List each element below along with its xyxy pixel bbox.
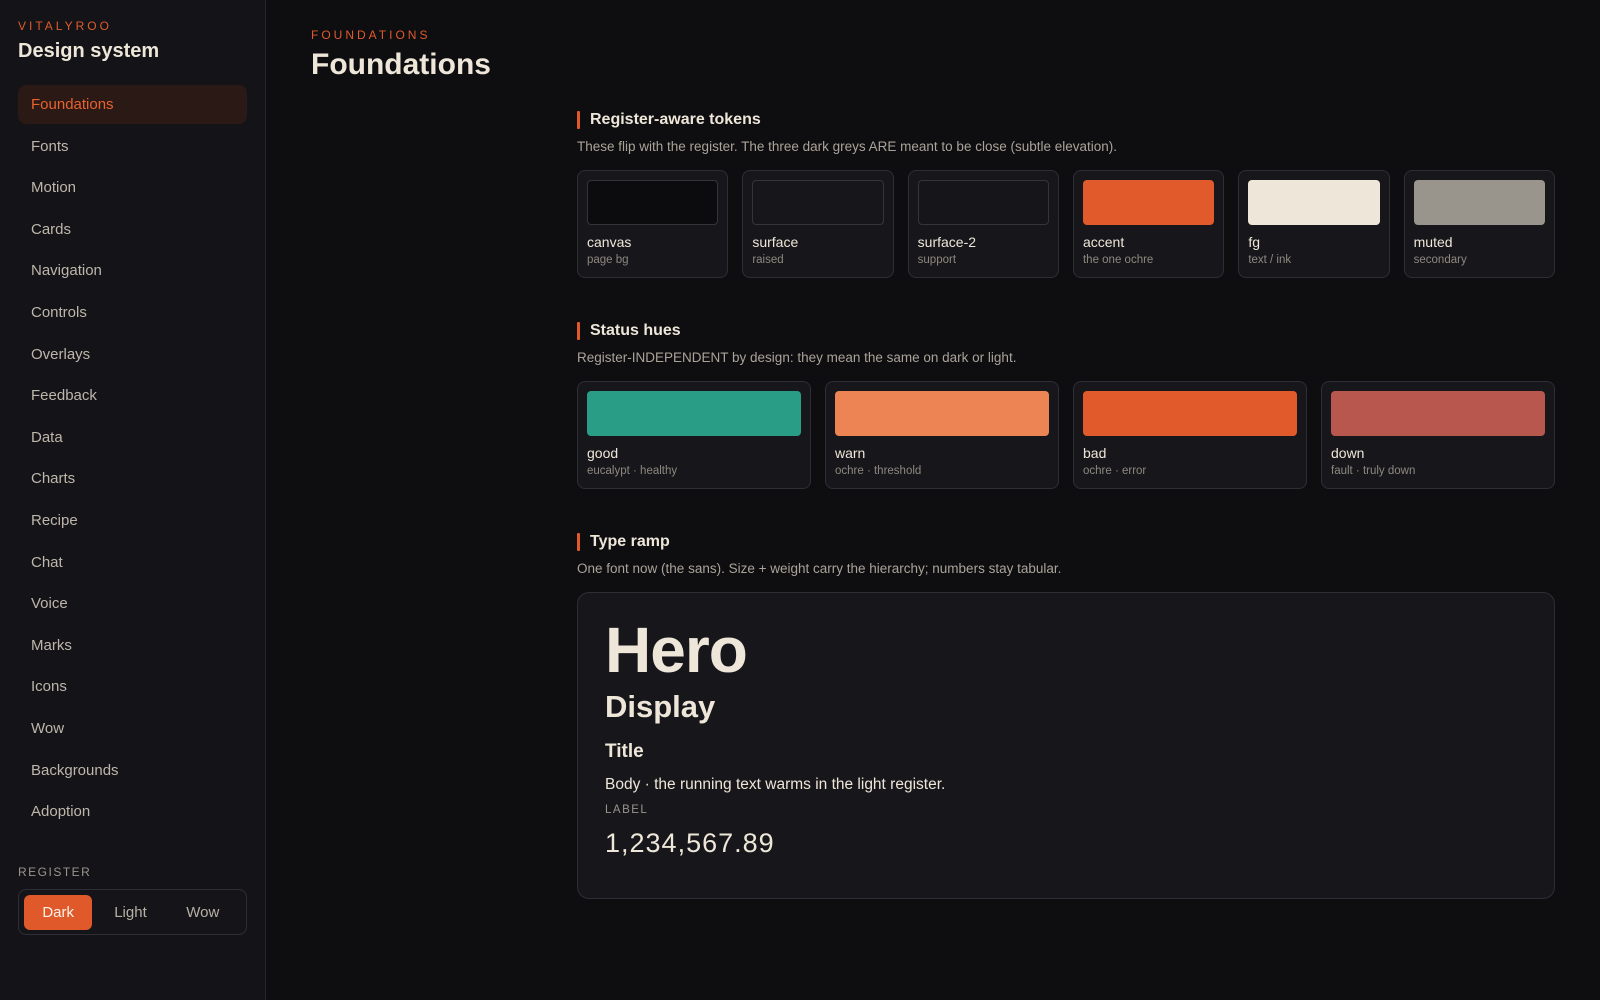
swatch-name: warn bbox=[835, 445, 866, 461]
swatch-name: surface-2 bbox=[917, 234, 977, 250]
register-wow-button[interactable]: Wow bbox=[169, 895, 237, 930]
status-section: Status hues Register-INDEPENDENT by desi… bbox=[577, 321, 1555, 489]
section-header: Status hues bbox=[577, 321, 1555, 341]
type-sample-hero: Hero bbox=[605, 614, 748, 686]
section-header: Type ramp bbox=[577, 532, 1555, 552]
swatch-canvas: canvas page bg bbox=[577, 170, 729, 278]
swatch-accent: accent the one ochre bbox=[1072, 170, 1225, 278]
swatch-name: surface bbox=[752, 234, 799, 250]
section-accent-bar bbox=[577, 111, 580, 129]
sidebar-item-chat[interactable]: Chat bbox=[18, 543, 247, 582]
section-title: Register-aware tokens bbox=[590, 111, 761, 128]
swatch-down: down fault · truly down bbox=[1321, 381, 1555, 489]
page-eyebrow: FOUNDATIONS bbox=[311, 28, 431, 42]
section-accent-bar bbox=[577, 533, 580, 551]
swatch-sub: ochre · error bbox=[1083, 465, 1147, 477]
swatch-sub: fault · truly down bbox=[1331, 465, 1416, 477]
swatch-name: canvas bbox=[587, 234, 632, 250]
sidebar-item-voice[interactable]: Voice bbox=[18, 584, 247, 623]
sidebar-item-motion[interactable]: Motion bbox=[18, 168, 247, 207]
brand-title: Design system bbox=[18, 40, 160, 62]
color-chip bbox=[587, 391, 801, 436]
register-switcher: REGISTER Dark Light Wow bbox=[18, 865, 247, 935]
sidebar-item-marks[interactable]: Marks bbox=[18, 626, 247, 665]
swatch-warn: warn ochre · threshold bbox=[825, 381, 1059, 489]
swatch-name: good bbox=[587, 445, 619, 461]
sidebar-item-data[interactable]: Data bbox=[18, 418, 247, 457]
register-segmented-control: Dark Light Wow bbox=[18, 889, 247, 935]
token-swatch-row: canvas page bg surface raised surface-2 … bbox=[577, 170, 1555, 278]
section-description: These flip with the register. The three … bbox=[577, 139, 1118, 154]
sidebar-nav: Foundations Fonts Motion Cards Navigatio… bbox=[18, 85, 247, 831]
swatch-bad: bad ochre · error bbox=[1073, 381, 1307, 489]
section-title: Status hues bbox=[590, 322, 681, 339]
register-label: REGISTER bbox=[18, 865, 92, 879]
type-sample-number: 1,234,567.89 bbox=[605, 828, 775, 858]
section-header: Register-aware tokens bbox=[577, 110, 1555, 130]
status-swatch-row: good eucalypt · healthy warn ochre · thr… bbox=[577, 381, 1555, 489]
sidebar-item-fonts[interactable]: Fonts bbox=[18, 127, 247, 166]
sidebar-item-foundations[interactable]: Foundations bbox=[18, 85, 247, 124]
section-description: One font now (the sans). Size + weight c… bbox=[577, 561, 1062, 576]
sidebar-item-charts[interactable]: Charts bbox=[18, 459, 247, 498]
type-ramp-panel: Hero Display Title Body · the running te… bbox=[577, 592, 1555, 899]
sidebar-item-adoption[interactable]: Adoption bbox=[18, 792, 247, 831]
register-dark-button[interactable]: Dark bbox=[24, 894, 93, 930]
swatch-sub: ochre · threshold bbox=[835, 465, 922, 477]
app-root: VITALYROO Design system Foundations Font… bbox=[0, 0, 1600, 1000]
swatch-name: muted bbox=[1413, 234, 1453, 250]
section-description: Register-INDEPENDENT by design: they mea… bbox=[577, 350, 1017, 365]
brand-eyebrow: VITALYROO bbox=[18, 19, 112, 33]
type-sample-body: Body · the running text warms in the lig… bbox=[605, 776, 946, 793]
color-chip bbox=[1248, 180, 1380, 225]
swatch-name: fg bbox=[1248, 234, 1260, 250]
swatch-good: good eucalypt · healthy bbox=[577, 381, 811, 489]
swatch-sub: page bg bbox=[587, 254, 629, 266]
sidebar-item-recipe[interactable]: Recipe bbox=[18, 501, 247, 540]
page-title: Foundations bbox=[311, 48, 491, 81]
swatch-sub: the one ochre bbox=[1082, 254, 1154, 266]
sidebar-item-controls[interactable]: Controls bbox=[18, 293, 247, 332]
color-chip bbox=[587, 180, 719, 225]
swatch-sub: eucalypt · healthy bbox=[587, 465, 678, 477]
swatch-sub: support bbox=[917, 254, 957, 266]
type-ramp-section: Type ramp One font now (the sans). Size … bbox=[577, 532, 1555, 899]
type-sample-label: LABEL bbox=[605, 804, 649, 816]
sidebar-item-feedback[interactable]: Feedback bbox=[18, 376, 247, 415]
swatch-muted: muted secondary bbox=[1403, 170, 1555, 278]
swatch-sub: raised bbox=[752, 254, 784, 266]
main-content: FOUNDATIONS Foundations Register-aware t… bbox=[266, 0, 1600, 1000]
color-chip bbox=[1083, 391, 1297, 436]
swatch-fg: fg text / ink bbox=[1238, 170, 1390, 278]
sidebar-item-overlays[interactable]: Overlays bbox=[18, 335, 247, 374]
sidebar-item-navigation[interactable]: Navigation bbox=[18, 251, 247, 290]
register-light-button[interactable]: Light bbox=[96, 895, 164, 930]
swatch-name: bad bbox=[1083, 445, 1107, 461]
color-chip bbox=[1082, 180, 1215, 225]
swatch-surface: surface raised bbox=[742, 170, 894, 278]
type-sample-title: Title bbox=[605, 741, 644, 762]
color-chip bbox=[917, 180, 1049, 225]
sidebar-item-icons[interactable]: Icons bbox=[18, 667, 247, 706]
color-chip bbox=[835, 391, 1049, 436]
swatch-sub: secondary bbox=[1413, 254, 1467, 266]
sidebar: VITALYROO Design system Foundations Font… bbox=[0, 0, 266, 1000]
sidebar-item-backgrounds[interactable]: Backgrounds bbox=[18, 751, 247, 790]
swatch-surface-2: surface-2 support bbox=[907, 170, 1059, 278]
swatch-name: down bbox=[1331, 445, 1365, 461]
section-accent-bar bbox=[577, 322, 580, 340]
sidebar-item-cards[interactable]: Cards bbox=[18, 210, 247, 249]
color-chip bbox=[1413, 180, 1545, 225]
color-chip bbox=[1331, 391, 1545, 436]
color-chip bbox=[752, 180, 884, 225]
section-title: Type ramp bbox=[590, 533, 670, 550]
sidebar-item-wow[interactable]: Wow bbox=[18, 709, 247, 748]
swatch-sub: text / ink bbox=[1248, 254, 1292, 266]
tokens-section: Register-aware tokens These flip with th… bbox=[577, 110, 1555, 278]
swatch-name: accent bbox=[1082, 234, 1125, 250]
type-sample-display: Display bbox=[605, 689, 716, 724]
